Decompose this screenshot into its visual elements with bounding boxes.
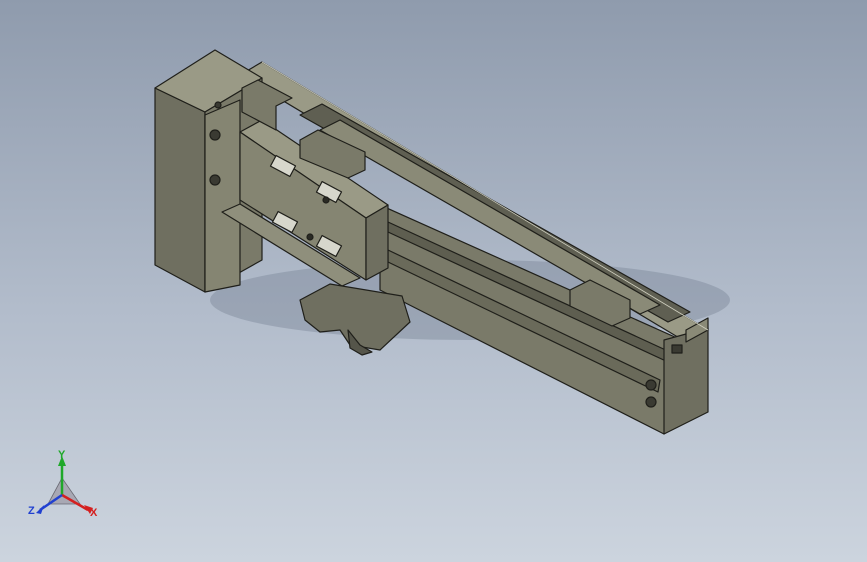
- carriage-side: [365, 204, 389, 281]
- mounting-plate: [204, 99, 241, 293]
- actuator-model[interactable]: [154, 49, 730, 435]
- end-cap-slot: [671, 344, 683, 354]
- plate-hole-1: [209, 129, 221, 141]
- motor-housing-front: [154, 87, 206, 293]
- carriage-dowel-1: [322, 196, 330, 204]
- end-cap-bolt-1: [645, 379, 657, 391]
- end-cap-right-front: [663, 327, 709, 435]
- graphics-viewport[interactable]: Y X Z: [0, 0, 867, 562]
- y-axis-label: Y: [58, 449, 66, 461]
- model-canvas[interactable]: Y X Z: [0, 0, 867, 562]
- z-axis-label: Z: [28, 505, 35, 517]
- end-cap-bolt-2: [645, 396, 657, 408]
- x-axis-label: X: [90, 507, 98, 519]
- carriage-dowel-2: [306, 233, 314, 241]
- plate-hole-2: [209, 174, 221, 186]
- coordinate-triad: Y X Z: [28, 449, 98, 519]
- plate-hole-3: [214, 101, 222, 109]
